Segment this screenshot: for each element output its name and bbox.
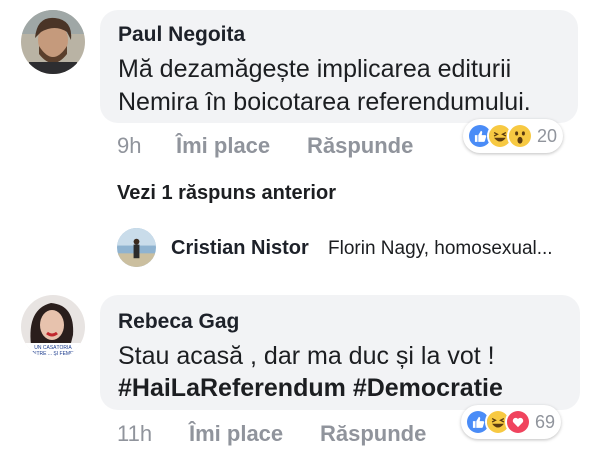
avatar[interactable]: UN CĂSĂTORIA DINTRE ... ȘI FEMEIE [21,295,85,359]
reply-author[interactable]: Cristian Nistor [171,237,309,260]
avatar-photo-icon [21,10,85,74]
avatar[interactable] [21,10,85,74]
comment-text-line: Nemira în boicotarea referendumului. [118,88,531,116]
hashtag-link[interactable]: #Democratie [353,374,503,402]
comment-text-line: Stau acasă , dar ma duc și la vot ! [118,342,495,370]
comment-author[interactable]: Rebeca Gag [118,310,239,334]
avatar-caption: UN CĂSĂTORIA DINTRE ... ȘI FEMEIE [27,345,79,357]
hashtag-link[interactable]: #HaiLaReferendum [118,374,346,402]
reply-preview[interactable]: Florin Nagy, homosexual... [328,238,553,260]
like-link[interactable]: Îmi place [176,133,270,159]
comment-timestamp[interactable]: 11h [117,421,152,447]
love-icon [505,409,531,435]
reply-link[interactable]: Răspunde [307,133,413,159]
reaction-count: 69 [535,411,556,432]
reply-avatar[interactable] [117,228,156,267]
comment-text-line: Mă dezamăgește implicarea editurii [118,55,512,83]
comment-timestamp[interactable]: 9h [117,133,141,159]
reply-link[interactable]: Răspunde [320,421,426,447]
comment-hashtags: #HaiLaReferendum #Democratie [118,372,503,404]
reaction-summary[interactable]: 69 [461,405,562,439]
reaction-summary[interactable]: 20 [463,119,564,153]
wow-icon [507,123,533,149]
comment-author[interactable]: Paul Negoita [118,23,245,47]
like-link[interactable]: Îmi place [189,421,283,447]
avatar-photo-icon [117,228,156,267]
see-previous-replies-link[interactable]: Vezi 1 răspuns anterior [117,182,336,205]
reaction-count: 20 [537,125,558,146]
